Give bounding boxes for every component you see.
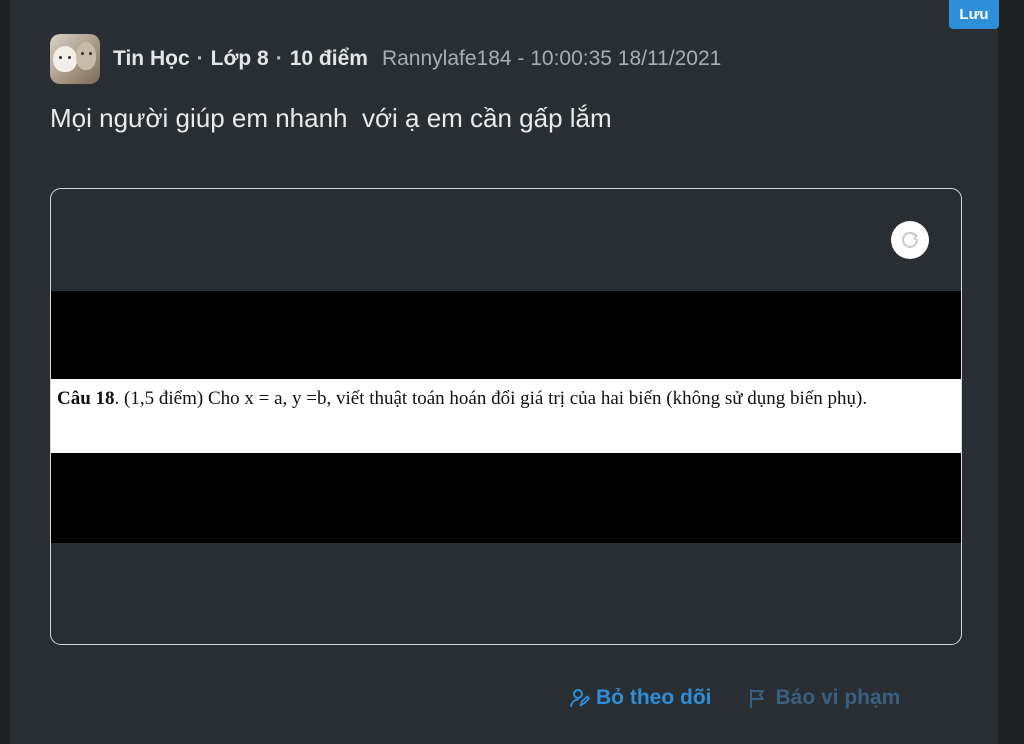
post-header: Tin Học · Lớp 8 · 10 điểm Rannylafe184 -…	[50, 33, 721, 85]
page: Lưu Tin Học · Lớp 8 · 10 điểm Rannylafe1…	[0, 0, 1024, 744]
report-label: Báo vi phạm	[775, 686, 901, 709]
avatar-eye	[81, 52, 84, 55]
follow-icon	[570, 689, 590, 707]
avatar-eye	[89, 52, 92, 55]
author-timestamp[interactable]: Rannylafe184 - 10:00:35 18/11/2021	[382, 47, 721, 71]
avatar-eye	[59, 56, 62, 59]
avatar[interactable]	[50, 34, 100, 84]
post-meta: Tin Học · Lớp 8 · 10 điểm Rannylafe184 -…	[113, 47, 721, 71]
save-button[interactable]: Lưu	[949, 0, 999, 29]
subject-link[interactable]: Tin Học	[113, 47, 190, 71]
rotate-icon	[901, 231, 919, 248]
image-black-band-top	[51, 291, 961, 379]
avatar-cat-left	[53, 46, 77, 72]
unfollow-label: Bỏ theo dõi	[596, 686, 712, 709]
flag-icon	[750, 689, 765, 708]
image-black-band-bottom	[51, 453, 961, 543]
report-button[interactable]: Báo vi phạm	[747, 686, 900, 710]
question-number: Câu 18	[57, 388, 115, 409]
attachment-image-frame[interactable]: Câu 18. (1,5 điểm) Cho x = a, y =b, viết…	[50, 188, 962, 645]
separator-dot: ·	[275, 47, 283, 70]
attachment-question-image: Câu 18. (1,5 điểm) Cho x = a, y =b, viết…	[51, 379, 961, 453]
avatar-cat-right	[76, 42, 96, 70]
rotate-button[interactable]	[891, 221, 929, 259]
avatar-eye	[68, 56, 71, 59]
unfollow-button[interactable]: Bỏ theo dõi	[568, 686, 711, 710]
points-label: 10 điểm	[289, 47, 368, 70]
question-body: . (1,5 điểm) Cho x = a, y =b, viết thuật…	[114, 388, 868, 409]
grade-link[interactable]: Lớp 8	[211, 47, 269, 71]
question-text: Mọi người giúp em nhanh với ạ em cần gấp…	[50, 103, 612, 133]
post-actions: Bỏ theo dõi Báo vi phạm	[568, 686, 900, 710]
separator-dot: ·	[196, 47, 204, 70]
